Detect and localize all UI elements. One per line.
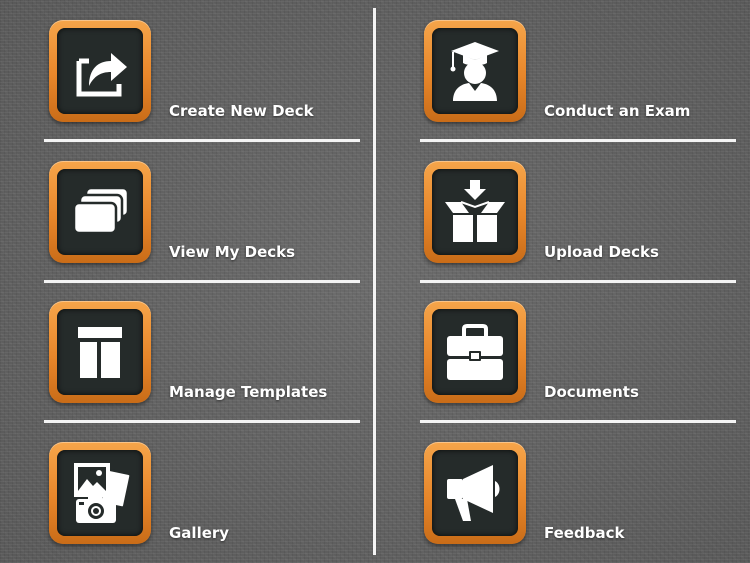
- create-new-deck-button[interactable]: Create New Deck: [49, 20, 365, 126]
- template-layout-icon: [78, 327, 122, 378]
- view-my-decks-label: View My Decks: [169, 243, 296, 261]
- feedback-tile: [424, 442, 526, 544]
- manage-templates-button[interactable]: Manage Templates: [49, 301, 365, 407]
- gallery-button[interactable]: Gallery: [49, 442, 365, 548]
- box-download-icon: [445, 180, 505, 242]
- conduct-exam-label: Conduct an Exam: [544, 102, 691, 120]
- row-divider: [420, 420, 736, 423]
- documents-label: Documents: [544, 383, 639, 401]
- feedback-button[interactable]: Feedback: [424, 442, 740, 548]
- upload-decks-label: Upload Decks: [544, 243, 659, 261]
- graduate-icon: [450, 42, 499, 101]
- megaphone-icon: [447, 465, 500, 521]
- column-divider: [373, 8, 376, 555]
- upload-decks-tile: [424, 161, 526, 263]
- documents-button[interactable]: Documents: [424, 301, 740, 407]
- view-my-decks-button[interactable]: View My Decks: [49, 161, 365, 267]
- photo-camera-icon: [74, 463, 132, 523]
- view-my-decks-tile: [49, 161, 151, 263]
- row-divider: [420, 139, 736, 142]
- conduct-exam-button[interactable]: Conduct an Exam: [424, 20, 740, 126]
- row-divider: [44, 280, 360, 283]
- row-divider: [420, 280, 736, 283]
- share-export-icon: [76, 53, 127, 97]
- documents-tile: [424, 301, 526, 403]
- create-new-deck-tile: [49, 20, 151, 122]
- create-new-deck-label: Create New Deck: [169, 102, 314, 120]
- row-divider: [44, 139, 360, 142]
- gallery-label: Gallery: [169, 524, 230, 542]
- briefcase-icon: [447, 324, 503, 380]
- row-divider: [44, 420, 360, 423]
- conduct-exam-tile: [424, 20, 526, 122]
- gallery-tile: [49, 442, 151, 544]
- manage-templates-tile: [49, 301, 151, 403]
- manage-templates-label: Manage Templates: [169, 383, 328, 401]
- upload-decks-button[interactable]: Upload Decks: [424, 161, 740, 267]
- feedback-label: Feedback: [544, 524, 625, 542]
- card-stack-icon: [72, 186, 130, 235]
